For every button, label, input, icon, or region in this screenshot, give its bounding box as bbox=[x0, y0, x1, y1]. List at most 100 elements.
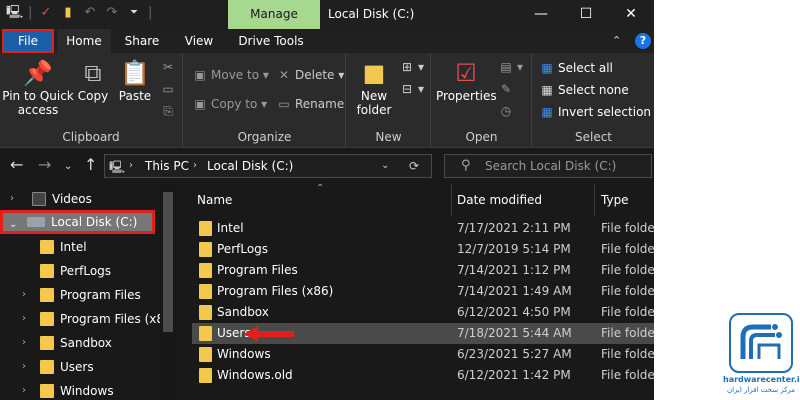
select-all-button[interactable]: ▦ Select all bbox=[539, 60, 613, 76]
column-header-date[interactable]: Date modified bbox=[457, 184, 587, 216]
forward-arrow-icon[interactable]: → bbox=[38, 156, 51, 174]
rename-icon: ▭ bbox=[278, 97, 290, 111]
tree-item-users[interactable]: › Users bbox=[0, 355, 160, 379]
table-row[interactable]: Intel 7/17/2021 2:11 PM File folder bbox=[192, 218, 654, 239]
select-none-button[interactable]: ▦ Select none bbox=[539, 82, 628, 98]
file-name: Intel bbox=[217, 221, 244, 235]
column-divider[interactable] bbox=[451, 184, 452, 216]
refresh-icon[interactable]: ⟳ bbox=[409, 158, 419, 174]
hardwarecenter-logo: hardwarecenter.ir مرکز سخت افزار ایران bbox=[723, 313, 800, 399]
redo-icon[interactable]: ↷ bbox=[104, 5, 120, 21]
open-group: ☑ Properties ▤ ▾ ✎ ◷ Open bbox=[432, 53, 532, 148]
tree-item-perflogs[interactable]: PerfLogs bbox=[0, 259, 160, 283]
chevron-right-icon[interactable]: › bbox=[22, 379, 26, 400]
rename-button[interactable]: ▭ Rename bbox=[276, 96, 344, 112]
new-folder-quick-icon[interactable]: ▮ bbox=[60, 5, 76, 21]
move-to-button[interactable]: ▣ Move to ▾ bbox=[192, 67, 269, 83]
recent-locations-icon[interactable]: ⌄ bbox=[64, 158, 72, 176]
tab-file[interactable]: File bbox=[2, 29, 54, 53]
table-row[interactable]: Windows.old 6/12/2021 1:42 PM File folde… bbox=[192, 365, 654, 386]
invert-selection-button[interactable]: ▦ Invert selection bbox=[539, 104, 651, 120]
edit-button[interactable]: ✎ bbox=[498, 81, 517, 97]
breadcrumb-this-pc[interactable]: This PC bbox=[145, 158, 189, 174]
file-date: 7/17/2021 2:11 PM bbox=[457, 221, 571, 235]
chevron-right-icon[interactable]: › bbox=[10, 187, 14, 211]
chevron-down-icon[interactable]: ⌄ bbox=[9, 213, 17, 237]
chevron-right-icon[interactable]: › bbox=[22, 355, 26, 379]
customize-qat-icon[interactable]: ⏷ bbox=[126, 5, 142, 21]
move-to-label: Move to bbox=[211, 68, 260, 82]
properties-button[interactable]: ☑ Properties bbox=[436, 59, 497, 103]
open-button[interactable]: ▤ ▾ bbox=[498, 59, 523, 75]
copy-button[interactable]: ⧉ Copy bbox=[76, 59, 110, 103]
folder-icon bbox=[199, 326, 212, 341]
tab-share[interactable]: Share bbox=[114, 29, 170, 53]
pin-quick-access-button[interactable]: 📌 Pin to Quick access bbox=[2, 59, 74, 117]
new-group: ■ New folder ⊞ ▾ ⊟ ▾ New bbox=[347, 53, 431, 148]
tree-item-local-disk[interactable]: ⌄ Local Disk (C:) bbox=[0, 210, 155, 234]
new-folder-button[interactable]: ■ New folder bbox=[353, 59, 395, 117]
paste-button[interactable]: 📋 Paste bbox=[116, 59, 154, 103]
tree-item-program-files[interactable]: › Program Files bbox=[0, 283, 160, 307]
tree-item-intel[interactable]: Intel bbox=[0, 235, 160, 259]
table-row[interactable]: Windows 6/23/2021 5:27 AM File folder bbox=[192, 344, 654, 365]
table-row[interactable]: PerfLogs 12/7/2019 5:14 PM File folder bbox=[192, 239, 654, 260]
close-button[interactable]: ✕ bbox=[609, 0, 653, 29]
tree-item-program-files-x86[interactable]: › Program Files (x86 bbox=[0, 307, 160, 331]
maximize-button[interactable]: ☐ bbox=[564, 0, 608, 29]
paste-shortcut-button[interactable]: ⎘ bbox=[160, 103, 179, 119]
table-row[interactable]: Program Files 7/14/2021 1:12 PM File fol… bbox=[192, 260, 654, 281]
tree-item-sandbox[interactable]: › Sandbox bbox=[0, 331, 160, 355]
delete-button[interactable]: ✕ Delete ▾ bbox=[276, 67, 344, 83]
breadcrumb-local-disk[interactable]: Local Disk (C:) bbox=[207, 158, 293, 174]
history-button[interactable]: ◷ bbox=[498, 103, 517, 119]
chevron-right-icon[interactable]: › bbox=[22, 331, 26, 355]
copy-to-button[interactable]: ▣ Copy to ▾ bbox=[192, 96, 267, 112]
tab-view[interactable]: View bbox=[174, 29, 224, 53]
folder-icon bbox=[199, 284, 212, 299]
copy-to-icon: ▣ bbox=[194, 97, 206, 111]
chevron-right-icon[interactable]: › bbox=[22, 307, 26, 331]
tree-item-videos[interactable]: › Videos bbox=[0, 187, 160, 211]
table-row[interactable]: Sandbox 6/12/2021 4:50 PM File folder bbox=[192, 302, 654, 323]
chevron-right-icon[interactable]: › bbox=[22, 283, 26, 307]
paste-label: Paste bbox=[118, 89, 152, 103]
folder-icon bbox=[199, 305, 212, 320]
new-item-button[interactable]: ⊞ ▾ bbox=[399, 59, 424, 75]
address-dropdown-icon[interactable]: ⌄ bbox=[381, 158, 389, 174]
scrollbar-thumb[interactable] bbox=[163, 192, 173, 332]
address-bar[interactable]: 🖳 › This PC › Local Disk (C:) ⌄ ⟳ bbox=[104, 154, 432, 178]
help-icon[interactable]: ? bbox=[635, 33, 651, 49]
column-header-name[interactable]: Name bbox=[197, 184, 447, 216]
collapse-ribbon-icon[interactable]: ⌃ bbox=[612, 34, 621, 47]
new-item-icon: ⊞ bbox=[401, 60, 413, 74]
new-folder-label: New folder bbox=[356, 89, 392, 117]
folder-icon bbox=[199, 368, 212, 383]
breadcrumb-separator-icon[interactable]: › bbox=[129, 158, 133, 174]
column-header-type[interactable]: Type bbox=[601, 184, 651, 216]
manage-contextual-tab[interactable]: Manage bbox=[228, 0, 320, 29]
file-name: PerfLogs bbox=[217, 242, 269, 256]
search-icon: ⚲ bbox=[461, 158, 471, 173]
open-group-label: Open bbox=[465, 130, 498, 144]
navigation-scrollbar[interactable] bbox=[161, 184, 175, 400]
properties-quick-icon[interactable]: ✓ bbox=[38, 5, 54, 21]
copy-path-button[interactable]: ▭ bbox=[160, 81, 179, 97]
column-divider[interactable] bbox=[594, 184, 595, 216]
file-type: File folder bbox=[601, 263, 654, 277]
table-row[interactable]: Program Files (x86) 7/14/2021 1:49 AM Fi… bbox=[192, 281, 654, 302]
breadcrumb-separator-icon[interactable]: › bbox=[193, 158, 197, 174]
back-arrow-icon[interactable]: ← bbox=[10, 156, 23, 174]
minimize-button[interactable]: — bbox=[519, 0, 563, 29]
annotation-arrow-icon bbox=[244, 326, 294, 342]
up-arrow-icon[interactable]: ↑ bbox=[84, 156, 97, 174]
tree-item-windows[interactable]: › Windows bbox=[0, 379, 160, 400]
search-input[interactable] bbox=[485, 158, 645, 174]
search-box[interactable]: ⚲ bbox=[444, 154, 652, 178]
tab-drive-tools[interactable]: Drive Tools bbox=[229, 29, 313, 53]
undo-icon[interactable]: ↶ bbox=[82, 5, 98, 21]
easy-access-button[interactable]: ⊟ ▾ bbox=[399, 81, 424, 97]
cut-button[interactable]: ✂ bbox=[160, 59, 179, 75]
logo-badge bbox=[729, 313, 793, 373]
tab-home[interactable]: Home bbox=[57, 29, 111, 53]
